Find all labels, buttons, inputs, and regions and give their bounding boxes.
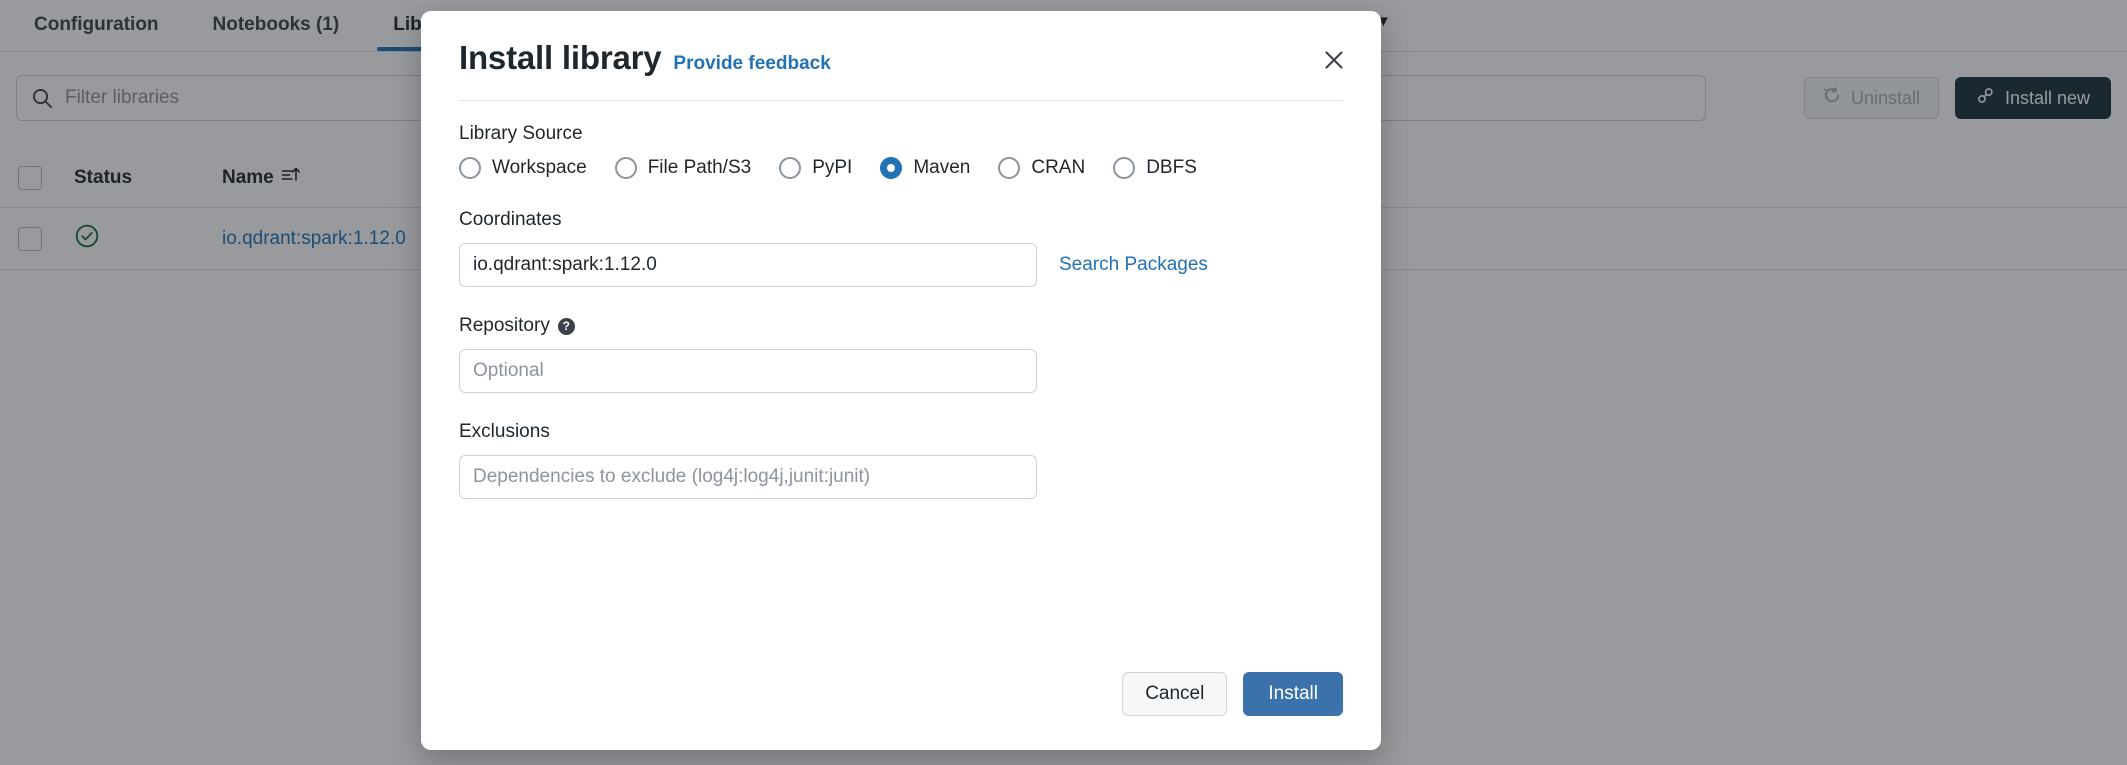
repository-input[interactable]: [459, 349, 1037, 393]
radio-pypi-label: PyPI: [812, 157, 853, 178]
radio-workspace[interactable]: Workspace: [459, 157, 587, 179]
radio-file-path-s3-indicator: [614, 157, 637, 179]
library-source-radio-group: Workspace File Path/S3 PyPI Maven CRAN D: [459, 157, 1343, 179]
dialog-header: Install library Provide feedback: [421, 11, 1381, 77]
radio-workspace-indicator: [459, 157, 481, 179]
cancel-button[interactable]: Cancel: [1122, 672, 1228, 716]
radio-maven[interactable]: Maven: [880, 157, 970, 179]
radio-maven-indicator: [880, 157, 903, 179]
help-circle-icon[interactable]: ?: [557, 317, 575, 335]
dialog-body: Library Source Workspace File Path/S3 Py…: [421, 101, 1381, 499]
coordinates-label: Coordinates: [459, 209, 562, 230]
install-library-dialog: Install library Provide feedback Library…: [421, 11, 1381, 750]
coordinates-field-group: Coordinates Search Packages: [459, 209, 1343, 287]
page-title: Install library: [459, 39, 662, 76]
repository-field-group: Repository ?: [459, 315, 1343, 393]
radio-maven-label: Maven: [913, 157, 971, 178]
radio-file-path-s3[interactable]: File Path/S3: [614, 157, 752, 179]
coordinates-input[interactable]: [459, 243, 1037, 287]
radio-dbfs-indicator: [1113, 157, 1136, 179]
radio-cran-label: CRAN: [1031, 157, 1086, 178]
exclusions-label: Exclusions: [459, 421, 550, 442]
radio-cran-indicator: [998, 157, 1021, 179]
search-packages-link[interactable]: Search Packages: [1059, 254, 1208, 276]
repository-label-text: Repository: [459, 315, 550, 336]
install-button[interactable]: Install: [1243, 672, 1343, 716]
radio-dbfs-label: DBFS: [1146, 157, 1197, 178]
exclusions-field-group: Exclusions: [459, 421, 1343, 499]
radio-pypi-indicator: [779, 157, 802, 179]
radio-file-path-s3-label: File Path/S3: [647, 157, 752, 178]
library-source-label: Library Source: [459, 123, 583, 144]
provide-feedback-link[interactable]: Provide feedback: [673, 53, 830, 75]
close-icon[interactable]: [1317, 43, 1351, 77]
radio-workspace-label: Workspace: [492, 157, 587, 178]
repository-label: Repository ?: [459, 315, 1343, 337]
exclusions-input[interactable]: [459, 455, 1037, 499]
radio-pypi[interactable]: PyPI: [779, 157, 852, 179]
radio-cran[interactable]: CRAN: [998, 157, 1085, 179]
dialog-footer: Cancel Install: [1122, 672, 1343, 716]
radio-dbfs[interactable]: DBFS: [1113, 157, 1197, 179]
